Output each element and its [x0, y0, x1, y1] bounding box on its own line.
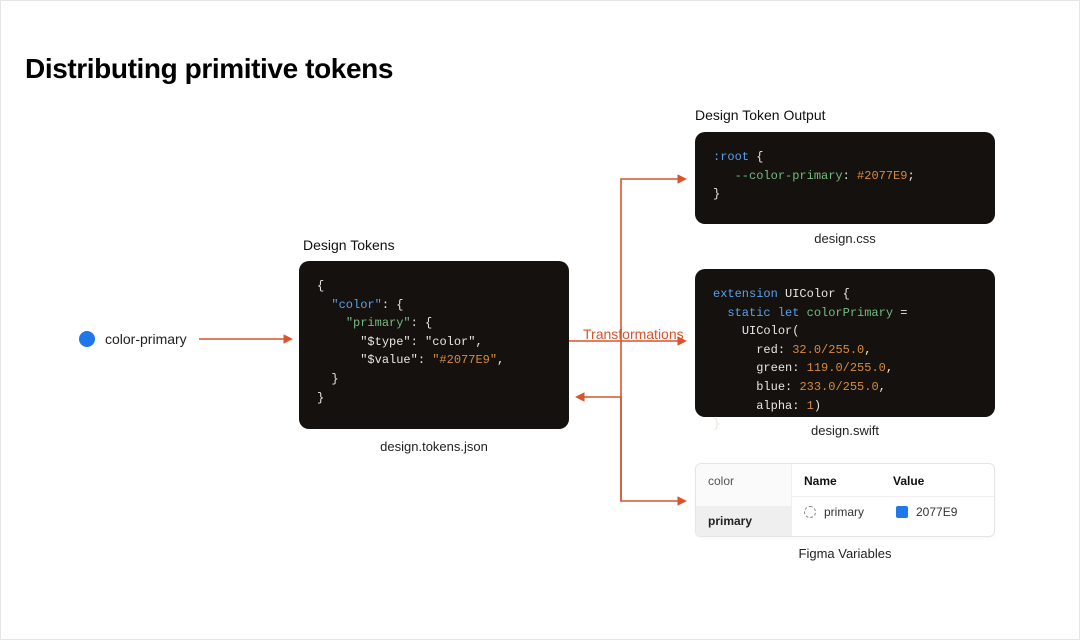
- figma-caption: Figma Variables: [695, 546, 995, 561]
- figma-group-label: color: [696, 464, 791, 506]
- arrow-json-to-css: [621, 179, 685, 341]
- color-swatch-icon: [79, 331, 95, 347]
- design-tokens-filename: design.tokens.json: [299, 439, 569, 454]
- figma-table-header: Name Value: [792, 464, 994, 497]
- input-token-label: color-primary: [105, 331, 187, 347]
- figma-row-name: primary: [824, 505, 864, 519]
- css-filename: design.css: [695, 231, 995, 246]
- figma-selected-item: primary: [696, 506, 791, 536]
- arrow-figma-to-json: [577, 397, 621, 501]
- swift-output-code: extension UIColor { static let colorPrim…: [695, 269, 995, 417]
- swift-filename: design.swift: [695, 423, 995, 438]
- design-tokens-json-code: { "color": { "primary": { "$type": "colo…: [299, 261, 569, 429]
- css-output-code: :root { --color-primary: #2077E9; }: [695, 132, 995, 224]
- figma-row-value: 2077E9: [916, 505, 957, 519]
- figma-variables-panel: color primary Name Value primary 2077E9: [695, 463, 995, 537]
- figma-col-name: Name: [804, 474, 893, 488]
- figma-col-value: Value: [893, 474, 982, 488]
- page-title: Distributing primitive tokens: [25, 53, 393, 85]
- transformations-label: Transformations: [583, 326, 684, 342]
- variable-icon: [804, 506, 816, 518]
- arrow-json-to-figma: [621, 341, 685, 501]
- color-chip-icon: [896, 506, 908, 518]
- figma-table-row: primary 2077E9: [792, 497, 994, 527]
- design-tokens-label: Design Tokens: [303, 237, 395, 253]
- output-label: Design Token Output: [695, 107, 826, 123]
- input-token: color-primary: [79, 331, 187, 347]
- figma-sidebar: color primary: [696, 464, 792, 536]
